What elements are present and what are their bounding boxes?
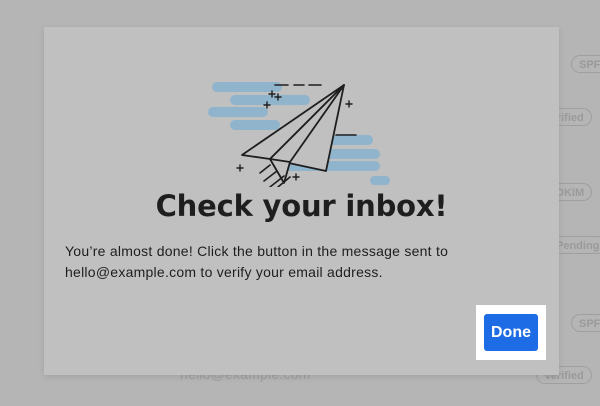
verify-email-modal: Check your inbox! You’re almost done! Cl… (44, 27, 559, 375)
done-button[interactable]: Done (484, 314, 538, 351)
modal-title: Check your inbox! (155, 189, 448, 223)
paper-plane-icon (208, 82, 390, 187)
spf-badge: SPF (571, 314, 600, 332)
done-button-highlight: Done (476, 305, 546, 360)
modal-message: You’re almost done! Click the button in … (65, 243, 449, 280)
spf-badge: SPF (571, 55, 600, 73)
